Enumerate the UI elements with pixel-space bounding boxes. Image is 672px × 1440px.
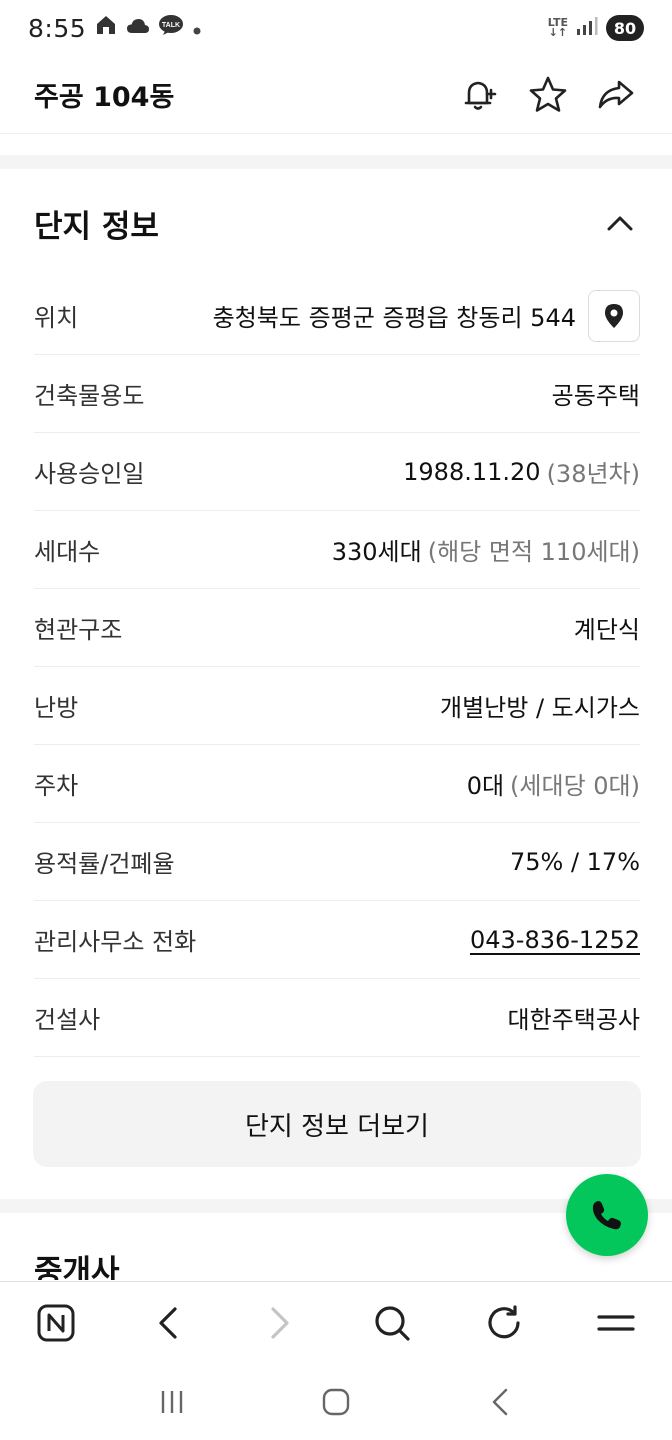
- bell-plus-icon[interactable]: [458, 73, 502, 117]
- chevron-up-icon[interactable]: [602, 205, 638, 241]
- info-label: 관리사무소 전화: [34, 928, 197, 956]
- info-label: 건설사: [34, 1006, 101, 1034]
- app-header: 주공 104동: [0, 56, 672, 134]
- recent-apps-icon[interactable]: [152, 1382, 192, 1422]
- info-label: 건축물용도: [34, 382, 145, 410]
- info-value-sub: (38년차): [546, 460, 640, 488]
- info-row-approval-date: 사용승인일 1988.11.20 (38년차): [34, 433, 640, 511]
- map-pin-icon: [605, 303, 623, 328]
- info-label: 현관구조: [34, 616, 123, 644]
- browser-toolbar: [0, 1281, 672, 1363]
- info-value: 계단식: [574, 610, 640, 645]
- info-list: 위치 충청북도 증평군 증평읍 창동리 544 건축물용도 공동주택 사용승인일…: [0, 277, 672, 1057]
- lte-indicator: LTE ↓↑: [547, 16, 568, 39]
- info-label: 용적률/건폐율: [34, 850, 175, 878]
- page-title: 주공 104동: [34, 82, 175, 113]
- info-value: 75% / 17%: [510, 848, 640, 876]
- search-icon[interactable]: [368, 1299, 416, 1347]
- info-value-text: 개별난방 / 도시가스: [440, 694, 640, 722]
- broker-section-title: 중개사: [34, 1254, 120, 1280]
- info-value: 대한주택공사: [508, 1000, 640, 1035]
- complex-info-section: 단지 정보 위치 충청북도 증평군 증평읍 창동리 544 건축물용도 공동주택…: [0, 169, 672, 1057]
- office-phone-link[interactable]: 043-836-1252: [470, 926, 640, 954]
- info-label: 주차: [34, 772, 79, 800]
- system-back-icon[interactable]: [480, 1382, 520, 1422]
- info-row-entrance: 현관구조 계단식: [34, 589, 640, 667]
- info-label: 세대수: [34, 538, 101, 566]
- signal-icon: [576, 16, 598, 40]
- home-status-icon: [94, 13, 118, 43]
- status-bar: 8:55 TALK LTE ↓↑ 80: [0, 0, 672, 56]
- info-row-location: 위치 충청북도 증평군 증평읍 창동리 544: [34, 277, 640, 355]
- forward-icon[interactable]: [256, 1299, 304, 1347]
- call-button[interactable]: [566, 1174, 648, 1256]
- info-value-sub: (세대당 0대): [510, 772, 640, 800]
- info-row-households: 세대수 330세대 (해당 면적 110세대): [34, 511, 640, 589]
- battery-indicator: 80: [606, 15, 644, 41]
- system-navigation: [0, 1363, 672, 1440]
- info-value-text: 계단식: [573, 616, 640, 644]
- notification-dot-icon: [192, 14, 202, 42]
- svg-text:TALK: TALK: [162, 22, 180, 29]
- info-value-text: 75% / 17%: [509, 847, 640, 876]
- talk-icon: TALK: [158, 14, 184, 42]
- info-label: 위치: [34, 304, 79, 332]
- info-value-text: 공동주택: [551, 382, 640, 410]
- section-title: 단지 정보: [34, 208, 159, 245]
- section-divider: [0, 155, 672, 169]
- complex-info-header[interactable]: 단지 정보: [0, 169, 672, 277]
- info-value-text: 330세대: [331, 538, 422, 566]
- info-row-builder: 건설사 대한주택공사: [34, 979, 640, 1057]
- star-icon[interactable]: [526, 73, 570, 117]
- info-row-office-phone: 관리사무소 전화 043-836-1252: [34, 901, 640, 979]
- info-row-parking: 주차 0대 (세대당 0대): [34, 745, 640, 823]
- complex-info-more-button[interactable]: 단지 정보 더보기: [33, 1081, 641, 1167]
- info-row-heating: 난방 개별난방 / 도시가스: [34, 667, 640, 745]
- share-icon[interactable]: [594, 73, 638, 117]
- info-value: 1988.11.20 (38년차): [403, 454, 640, 489]
- address-text: 충청북도 증평군 증평읍 창동리 544: [212, 304, 576, 332]
- info-label: 난방: [34, 694, 79, 722]
- info-value: 충청북도 증평군 증평읍 창동리 544: [213, 298, 576, 333]
- info-row-floor-area-ratio: 용적률/건폐율 75% / 17%: [34, 823, 640, 901]
- menu-icon[interactable]: [592, 1299, 640, 1347]
- info-value: 0대 (세대당 0대): [467, 766, 640, 801]
- info-row-building-use: 건축물용도 공동주택: [34, 355, 640, 433]
- back-icon[interactable]: [144, 1299, 192, 1347]
- status-time: 8:55: [28, 13, 87, 43]
- info-value: 공동주택: [552, 376, 640, 411]
- map-pin-button[interactable]: [588, 289, 640, 342]
- phone-icon: [592, 1201, 621, 1230]
- cloud-icon: [126, 14, 150, 42]
- home-button-icon[interactable]: [316, 1382, 356, 1422]
- info-value-text: 0대: [466, 772, 505, 800]
- info-value-text: 대한주택공사: [507, 1006, 640, 1034]
- info-value-sub: (해당 면적 110세대): [427, 538, 640, 566]
- info-value: 330세대 (해당 면적 110세대): [332, 532, 640, 567]
- info-value: 개별난방 / 도시가스: [440, 688, 640, 723]
- info-value-text: 1988.11.20: [403, 457, 541, 486]
- info-label: 사용승인일: [34, 460, 145, 488]
- naver-home-icon[interactable]: [32, 1299, 80, 1347]
- refresh-icon[interactable]: [480, 1299, 528, 1347]
